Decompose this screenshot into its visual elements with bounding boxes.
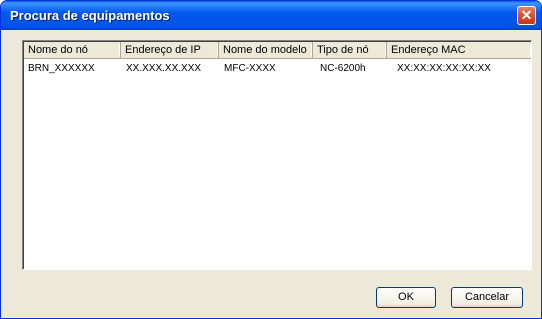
dialog-window: Procura de equipamentos ✕ Nome do nó End… xyxy=(0,0,542,319)
cell-ip-address: XX.XXX.XX.XXX xyxy=(126,63,202,74)
cell-node-type: NC-6200h xyxy=(320,63,366,74)
column-header-node-type[interactable]: Tipo de nó xyxy=(313,42,387,59)
close-icon: ✕ xyxy=(520,7,533,23)
title-bar[interactable]: Procura de equipamentos ✕ xyxy=(1,1,541,30)
table-row[interactable]: BRN_XXXXXX XX.XXX.XX.XXX MFC-XXXX NC-620… xyxy=(24,61,531,77)
column-header-model-name[interactable]: Nome do modelo xyxy=(219,42,313,59)
close-button[interactable]: ✕ xyxy=(517,6,536,25)
ok-button[interactable]: OK xyxy=(376,287,436,308)
cancel-button[interactable]: Cancelar xyxy=(451,287,523,308)
cell-node-name: BRN_XXXXXX xyxy=(28,63,95,74)
device-list-frame: Nome do nó Endereço de IP Nome do modelo… xyxy=(23,41,531,269)
column-header-mac-address[interactable]: Endereço MAC xyxy=(387,42,531,59)
list-header: Nome do nó Endereço de IP Nome do modelo… xyxy=(24,42,531,59)
window-title: Procura de equipamentos xyxy=(10,8,170,23)
device-list[interactable]: Nome do nó Endereço de IP Nome do modelo… xyxy=(22,40,532,270)
column-header-node-name[interactable]: Nome do nó xyxy=(24,42,121,59)
column-header-ip-address[interactable]: Endereço de IP xyxy=(121,42,219,59)
cell-model-name: MFC-XXXX xyxy=(224,63,276,74)
cell-mac-address: XX:XX:XX:XX:XX:XX xyxy=(397,63,491,74)
dialog-body: Nome do nó Endereço de IP Nome do modelo… xyxy=(4,30,538,315)
